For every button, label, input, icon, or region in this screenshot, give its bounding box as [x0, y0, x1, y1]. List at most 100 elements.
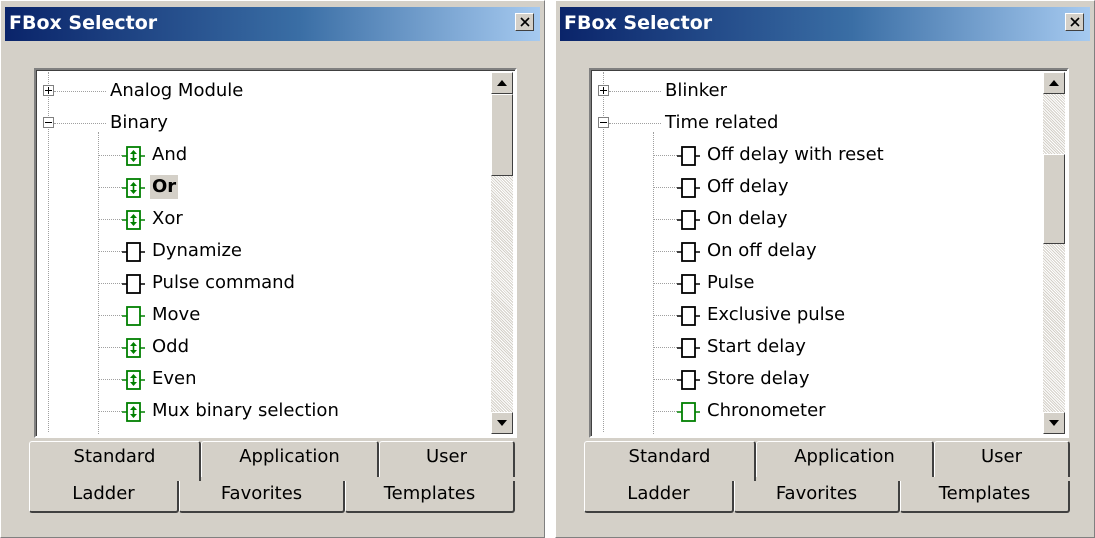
tree-line	[98, 283, 122, 284]
fbox-tree-view[interactable]: Analog Module Binary And Or Xor Dynamize Pulse…	[34, 68, 517, 438]
fbox-selector-panel-right: FBox Selector Blinker Time related Off del…	[555, 0, 1095, 538]
tree-item[interactable]: Chronometer	[593, 396, 1043, 426]
tree-line	[98, 187, 122, 188]
fbox-icon	[122, 241, 146, 267]
tree-item[interactable]: Store delay	[593, 364, 1043, 394]
tree-group-analog-module[interactable]: Analog Module	[38, 76, 491, 106]
tree-item[interactable]: Pulse command	[38, 268, 491, 298]
tab-templates[interactable]: Templates	[900, 481, 1070, 513]
item-label: Start delay	[707, 336, 806, 357]
scroll-down-button[interactable]	[1043, 412, 1065, 434]
tree-item[interactable]: On off delay	[593, 236, 1043, 266]
fbox-green-icon	[122, 145, 146, 171]
tree-item[interactable]: And	[38, 140, 491, 170]
close-button[interactable]	[515, 13, 534, 31]
group-label: Time related	[665, 112, 779, 133]
vertical-scrollbar[interactable]	[491, 72, 513, 434]
minus-expander-icon[interactable]	[598, 117, 609, 128]
tab-application[interactable]: Application	[756, 441, 934, 477]
close-button[interactable]	[1065, 13, 1084, 31]
tree-line	[653, 315, 677, 316]
tab-label: Standard	[628, 446, 711, 467]
tab-templates[interactable]: Templates	[345, 481, 515, 513]
tree-line	[609, 91, 661, 92]
fbox-green-icon	[122, 401, 146, 427]
tree-area: Blinker Time related Off delay with reset O…	[593, 72, 1043, 434]
tab-favorites[interactable]: Favorites	[734, 481, 900, 513]
tree-item[interactable]: Move	[38, 300, 491, 330]
tree-line	[98, 315, 122, 316]
tab-label: Standard	[73, 446, 156, 467]
tree-line	[653, 379, 677, 380]
fbox-green-icon	[677, 401, 701, 427]
fbox-green-icon	[122, 177, 146, 203]
scroll-down-arrow-icon	[497, 420, 507, 426]
tab-ladder[interactable]: Ladder	[29, 481, 179, 513]
item-label: Pulse command	[152, 272, 295, 293]
tree-line	[98, 411, 122, 412]
close-icon	[1070, 17, 1080, 27]
fbox-selector-panel-left: FBox Selector Analog Module Binary And Or Xo…	[0, 0, 545, 538]
title-bar: FBox Selector	[560, 7, 1090, 41]
item-label: On delay	[707, 208, 788, 229]
tab-application[interactable]: Application	[201, 441, 379, 477]
fbox-icon	[677, 369, 701, 395]
fbox-green-icon	[122, 337, 146, 363]
plus-expander-icon[interactable]	[43, 85, 54, 96]
item-label: Move	[152, 304, 201, 325]
tab-label: User	[980, 446, 1023, 467]
tree-item[interactable]: Pulse	[593, 268, 1043, 298]
tree-line	[653, 155, 677, 156]
scroll-up-arrow-icon	[497, 80, 507, 86]
category-tabs: Standard Application User Ladder Favorites Te…	[29, 441, 519, 521]
fbox-icon	[677, 241, 701, 267]
tab-user[interactable]: User	[934, 441, 1070, 477]
plus-expander-icon[interactable]	[598, 85, 609, 96]
item-label: Or	[150, 175, 179, 199]
tab-label: Templates	[383, 483, 476, 504]
tree-item[interactable]: Odd	[38, 332, 491, 362]
tree-item[interactable]: Off delay with reset	[593, 140, 1043, 170]
tree-item[interactable]: Xor	[38, 204, 491, 234]
vertical-scrollbar[interactable]	[1043, 72, 1065, 434]
tree-item[interactable]: Mux binary selection	[38, 396, 491, 426]
tree-item[interactable]: On delay	[593, 204, 1043, 234]
window-title: FBox Selector	[564, 12, 713, 34]
tree-group-binary[interactable]: Binary	[38, 108, 491, 138]
scroll-thumb[interactable]	[491, 94, 513, 176]
scroll-up-button[interactable]	[1043, 72, 1065, 94]
fbox-green-icon	[122, 369, 146, 395]
tab-standard[interactable]: Standard	[29, 441, 201, 481]
fbox-icon	[677, 177, 701, 203]
fbox-green-icon	[122, 209, 146, 235]
tree-group-blinker[interactable]: Blinker	[593, 76, 1043, 106]
tab-favorites[interactable]: Favorites	[179, 481, 345, 513]
scroll-up-arrow-icon	[1049, 80, 1059, 86]
tree-line	[653, 283, 677, 284]
tree-item[interactable]: Dynamize	[38, 236, 491, 266]
tree-group-time-related[interactable]: Time related	[593, 108, 1043, 138]
minus-expander-icon[interactable]	[43, 117, 54, 128]
tree-item[interactable]: Start delay	[593, 332, 1043, 362]
title-bar: FBox Selector	[5, 7, 540, 41]
tree-item[interactable]: Even	[38, 364, 491, 394]
tab-standard[interactable]: Standard	[584, 441, 756, 481]
fbox-tree-view[interactable]: Blinker Time related Off delay with reset O…	[589, 68, 1069, 438]
fbox-green-icon	[122, 305, 146, 331]
tab-label: Ladder	[72, 483, 135, 504]
item-label: And	[152, 144, 188, 165]
tab-label: Favorites	[220, 483, 303, 504]
tab-label: User	[425, 446, 468, 467]
fbox-icon	[677, 209, 701, 235]
scroll-down-button[interactable]	[491, 412, 513, 434]
item-label: Pulse	[707, 272, 755, 293]
tree-item[interactable]: Exclusive pulse	[593, 300, 1043, 330]
tree-item[interactable]: Or	[38, 172, 491, 202]
tab-user[interactable]: User	[379, 441, 515, 477]
tab-ladder[interactable]: Ladder	[584, 481, 734, 513]
tree-item[interactable]: Off delay	[593, 172, 1043, 202]
scroll-thumb[interactable]	[1043, 154, 1065, 244]
scroll-up-button[interactable]	[491, 72, 513, 94]
fbox-icon	[677, 337, 701, 363]
tree-line	[609, 123, 661, 124]
